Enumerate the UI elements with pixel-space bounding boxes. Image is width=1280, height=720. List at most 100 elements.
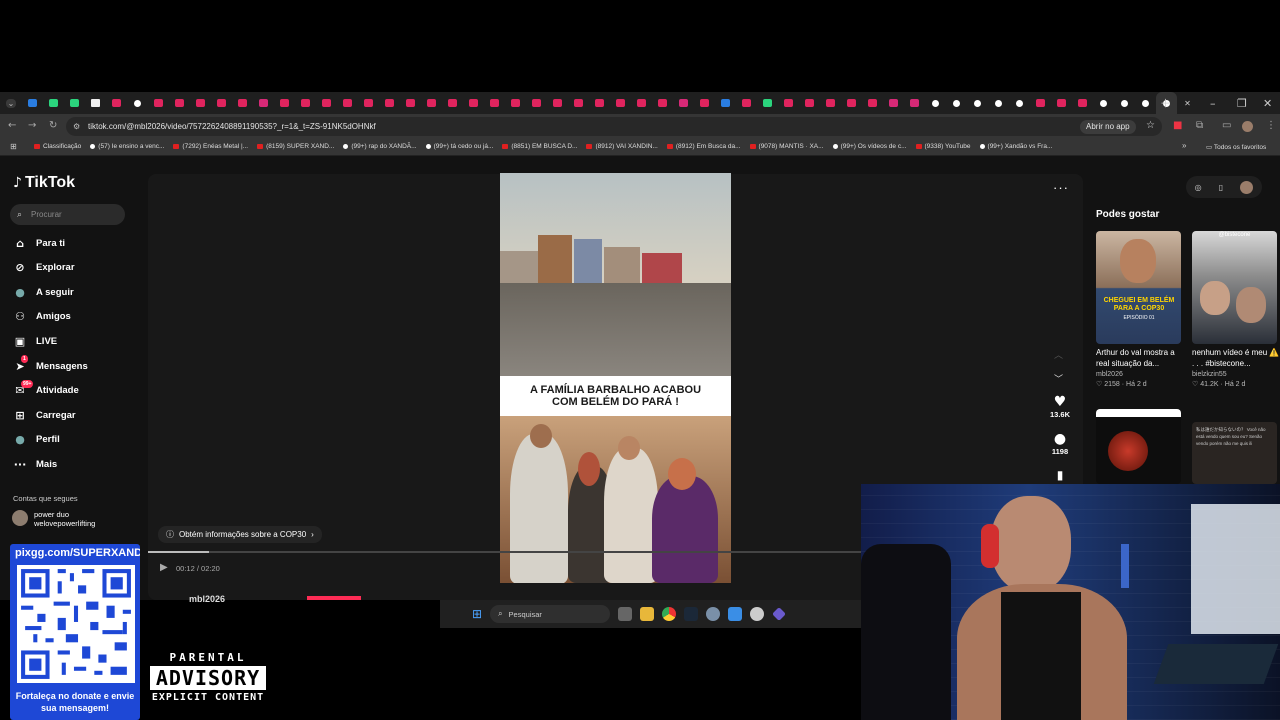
- browser-tab[interactable]: [484, 92, 505, 114]
- steam-icon[interactable]: [684, 607, 699, 621]
- browser-tab[interactable]: [190, 92, 211, 114]
- apps-grid-icon[interactable]: ⊞: [10, 142, 17, 151]
- browser-tab[interactable]: [358, 92, 379, 114]
- recommendation-card[interactable]: @bistecone nenhum vídeo é meu ⚠️ . . . #…: [1192, 231, 1280, 388]
- maximize-button[interactable]: ❐: [1237, 92, 1247, 114]
- all-favorites-folder[interactable]: ▭ Todos os favoritos: [1206, 143, 1266, 151]
- chrome-icon[interactable]: [662, 607, 677, 621]
- browser-tab[interactable]: [673, 92, 694, 114]
- play-icon[interactable]: ▶: [160, 562, 168, 573]
- browser-tab[interactable]: [22, 92, 43, 114]
- browser-tab[interactable]: [337, 92, 358, 114]
- browser-tab[interactable]: [757, 92, 778, 114]
- browser-tab[interactable]: [820, 92, 841, 114]
- browser-tab[interactable]: [589, 92, 610, 114]
- bookmark-item[interactable]: (99+) Xandão vs Fra...: [979, 143, 1052, 150]
- sidebar-item-mais[interactable]: ··· Mais: [13, 457, 57, 471]
- search-input[interactable]: ⌕ Procurar: [10, 204, 125, 225]
- sidebar-item-amigos[interactable]: ⚇ Amigos: [13, 310, 71, 324]
- comment-button[interactable]: ● 1198: [1044, 431, 1076, 456]
- browser-tab[interactable]: [85, 92, 106, 114]
- previous-video-icon[interactable]: ︿: [1054, 348, 1063, 361]
- browser-tab[interactable]: [211, 92, 232, 114]
- browser-tab[interactable]: [526, 92, 547, 114]
- save-button[interactable]: ▮: [1044, 468, 1076, 482]
- bookmark-item[interactable]: (8912) Em Busca da...: [666, 143, 741, 150]
- browser-tab[interactable]: [967, 92, 988, 114]
- browser-tab[interactable]: [841, 92, 862, 114]
- browser-tab[interactable]: [127, 92, 148, 114]
- profile-avatar[interactable]: [1242, 121, 1253, 132]
- recommendation-card[interactable]: CHEGUEI EM BELÉM PARA A COP30 EPISÓDIO 0…: [1096, 231, 1186, 388]
- browser-tab[interactable]: [253, 92, 274, 114]
- browser-tab[interactable]: [1135, 92, 1156, 114]
- browser-tab[interactable]: [442, 92, 463, 114]
- recommendation-thumbnail[interactable]: [1096, 409, 1181, 484]
- browser-tab[interactable]: [1072, 92, 1093, 114]
- following-item[interactable]: power duo welovepowerlifting: [12, 510, 95, 528]
- browser-tab[interactable]: [694, 92, 715, 114]
- bookmark-item[interactable]: (9078) MANTIS · XA...: [749, 143, 824, 150]
- file-explorer-icon[interactable]: [640, 607, 655, 621]
- browser-tab[interactable]: [274, 92, 295, 114]
- bookmark-item[interactable]: (99+) tá cedo ou já...: [425, 143, 493, 150]
- browser-tab[interactable]: [988, 92, 1009, 114]
- minimize-button[interactable]: –: [1210, 92, 1216, 114]
- browser-tab[interactable]: [232, 92, 253, 114]
- bookmark-item[interactable]: (7292) Enéas Metal |...: [173, 143, 248, 150]
- browser-tab[interactable]: [547, 92, 568, 114]
- browser-tab[interactable]: [148, 92, 169, 114]
- sidebar-item-a-seguir[interactable]: ● A seguir: [13, 285, 73, 299]
- forward-icon[interactable]: →: [28, 120, 36, 131]
- sidebar-item-carregar[interactable]: ⊞ Carregar: [13, 408, 75, 422]
- next-video-icon[interactable]: ﹀: [1054, 372, 1063, 385]
- reload-icon[interactable]: ↻: [49, 120, 57, 131]
- browser-tab[interactable]: [64, 92, 85, 114]
- browser-tab[interactable]: [169, 92, 190, 114]
- browser-tab[interactable]: [862, 92, 883, 114]
- close-window-button[interactable]: ✕: [1263, 92, 1272, 114]
- app-icon[interactable]: [772, 607, 786, 621]
- browser-tab[interactable]: [295, 92, 316, 114]
- bookmark-item[interactable]: (9338) YouTube: [915, 143, 971, 150]
- browser-tab[interactable]: [463, 92, 484, 114]
- browser-tab[interactable]: [1009, 92, 1030, 114]
- open-in-app-button[interactable]: Abrir no app: [1080, 120, 1136, 134]
- bookmark-item[interactable]: (8912) VAI XANDIN...: [586, 143, 658, 150]
- like-button[interactable]: ♥ 13.6K: [1044, 394, 1076, 419]
- sidebar-item-live[interactable]: ▣ LIVE: [13, 334, 57, 348]
- coins-icon[interactable]: ◎: [1195, 183, 1202, 192]
- browser-tab[interactable]: [316, 92, 337, 114]
- bookmark-item[interactable]: (99+) Os vídeos de c...: [832, 143, 907, 150]
- browser-tab[interactable]: [736, 92, 757, 114]
- browser-menu-icon[interactable]: ⋮: [1266, 120, 1276, 131]
- browser-tab[interactable]: [652, 92, 673, 114]
- more-bookmarks-icon[interactable]: »: [1182, 141, 1186, 150]
- bookmark-item[interactable]: Classificação: [34, 143, 81, 150]
- sidebar-item-mensagens[interactable]: ➤ Mensagens 1: [13, 355, 88, 373]
- app-icon[interactable]: [728, 607, 743, 621]
- extensions-puzzle-icon[interactable]: ⧉: [1196, 120, 1203, 131]
- bookmark-item[interactable]: (8159) SUPER XAND...: [257, 143, 334, 150]
- obs-icon[interactable]: [750, 607, 765, 621]
- bookmark-item[interactable]: (57) Ie ensino a venc...: [90, 143, 164, 150]
- more-options-icon[interactable]: ···: [1053, 180, 1069, 195]
- new-tab-button[interactable]: ＋: [1160, 92, 1172, 114]
- user-avatar[interactable]: [1240, 180, 1254, 194]
- bookmark-star-icon[interactable]: ☆: [1146, 120, 1155, 131]
- browser-tab[interactable]: [610, 92, 631, 114]
- browser-tab[interactable]: [946, 92, 967, 114]
- progress-bar[interactable]: [148, 551, 861, 553]
- site-info-icon[interactable]: ⚙: [73, 122, 80, 131]
- sidebar-item-perfil[interactable]: ● Perfil: [13, 433, 60, 447]
- browser-tab[interactable]: [421, 92, 442, 114]
- close-tab-icon[interactable]: ✕: [1177, 92, 1198, 114]
- bookmark-item[interactable]: (99+) rap do XANDÃ...: [343, 143, 417, 150]
- follow-button[interactable]: [307, 596, 361, 600]
- windows-start-icon[interactable]: ⊞: [472, 607, 482, 621]
- browser-tab[interactable]: [778, 92, 799, 114]
- task-view-icon[interactable]: [618, 607, 633, 621]
- taskbar-search[interactable]: ⌕ Pesquisar: [490, 605, 611, 623]
- browser-tab[interactable]: [1051, 92, 1072, 114]
- browser-tab[interactable]: [106, 92, 127, 114]
